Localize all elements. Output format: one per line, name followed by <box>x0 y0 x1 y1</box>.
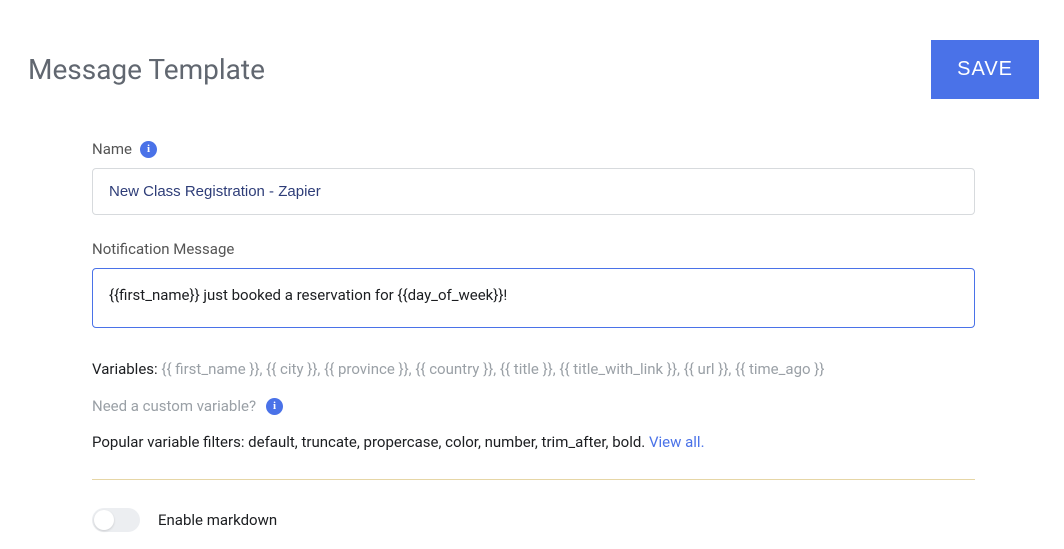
variables-label: Variables: <box>92 360 158 378</box>
custom-variable-line: Need a custom variable? i <box>92 397 283 415</box>
name-label: Name <box>92 140 132 158</box>
variables-line: Variables: {{ first_name }}, {{ city }},… <box>92 360 975 378</box>
markdown-toggle[interactable] <box>92 508 140 532</box>
custom-variable-text: Need a custom variable? <box>92 397 256 415</box>
info-icon[interactable]: i <box>140 141 157 158</box>
markdown-toggle-label: Enable markdown <box>158 511 277 529</box>
name-label-row: Name i <box>92 140 157 158</box>
toggle-knob <box>94 510 114 530</box>
page-title: Message Template <box>28 53 265 86</box>
notification-label-row: Notification Message <box>92 240 234 258</box>
notification-textarea[interactable]: {{first_name}} just booked a reservation… <box>92 268 975 328</box>
markdown-toggle-row: Enable markdown <box>92 508 975 532</box>
section-divider <box>92 479 975 480</box>
filters-text: Popular variable filters: default, trunc… <box>92 433 649 451</box>
save-button[interactable]: SAVE <box>931 40 1039 99</box>
info-icon[interactable]: i <box>266 398 283 415</box>
name-input[interactable] <box>92 168 975 215</box>
filters-line: Popular variable filters: default, trunc… <box>92 433 975 451</box>
notification-label: Notification Message <box>92 240 234 258</box>
variable-tokens: {{ first_name }}, {{ city }}, {{ provinc… <box>161 360 824 378</box>
view-all-link[interactable]: View all. <box>649 433 705 451</box>
